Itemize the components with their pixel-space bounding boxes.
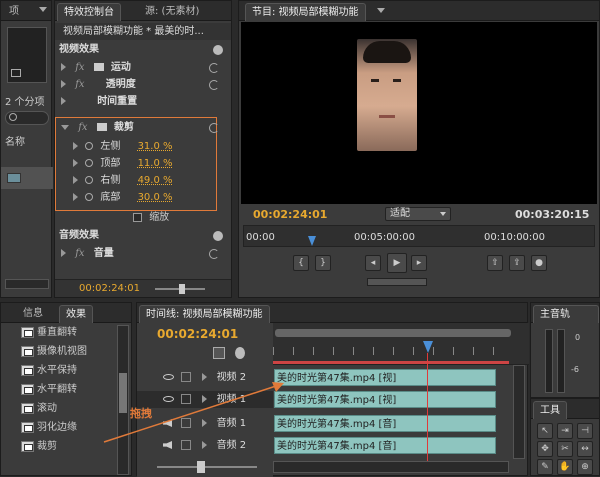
ripple-edit-tool-icon[interactable]: ⊣ [577, 423, 593, 439]
pen-tool-icon[interactable]: ✎ [537, 459, 553, 475]
selection-tool-icon[interactable]: ↖ [537, 423, 553, 439]
slip-tool-icon[interactable]: ↔ [577, 441, 593, 457]
meter-scale-6: -6 [571, 365, 579, 374]
zoom-tool-icon[interactable]: ⊕ [577, 459, 593, 475]
meter-scale-0: 0 [575, 333, 581, 342]
razor-tool-icon[interactable]: ✂ [557, 441, 573, 457]
master-audio-tabbar: 主音轨 [531, 303, 599, 323]
rolling-edit-tool-icon[interactable]: ✥ [537, 441, 553, 457]
tab-tools[interactable]: 工具 [533, 401, 567, 419]
audio-meter-left [545, 329, 553, 393]
track-select-tool-icon[interactable]: ⇥ [557, 423, 573, 439]
audio-meter-right [557, 329, 565, 393]
tab-master-audio[interactable]: 主音轨 [533, 305, 599, 323]
drag-arrow [103, 382, 284, 443]
tools-panel: 工具 ↖ ⇥ ⊣ ✥ ✂ ↔ ✎ ✋ ⊕ [530, 398, 600, 476]
tools-tabbar: 工具 [531, 399, 599, 419]
master-audio-panel: 主音轨 0 -6 [530, 302, 600, 398]
hand-tool-icon[interactable]: ✋ [557, 459, 573, 475]
